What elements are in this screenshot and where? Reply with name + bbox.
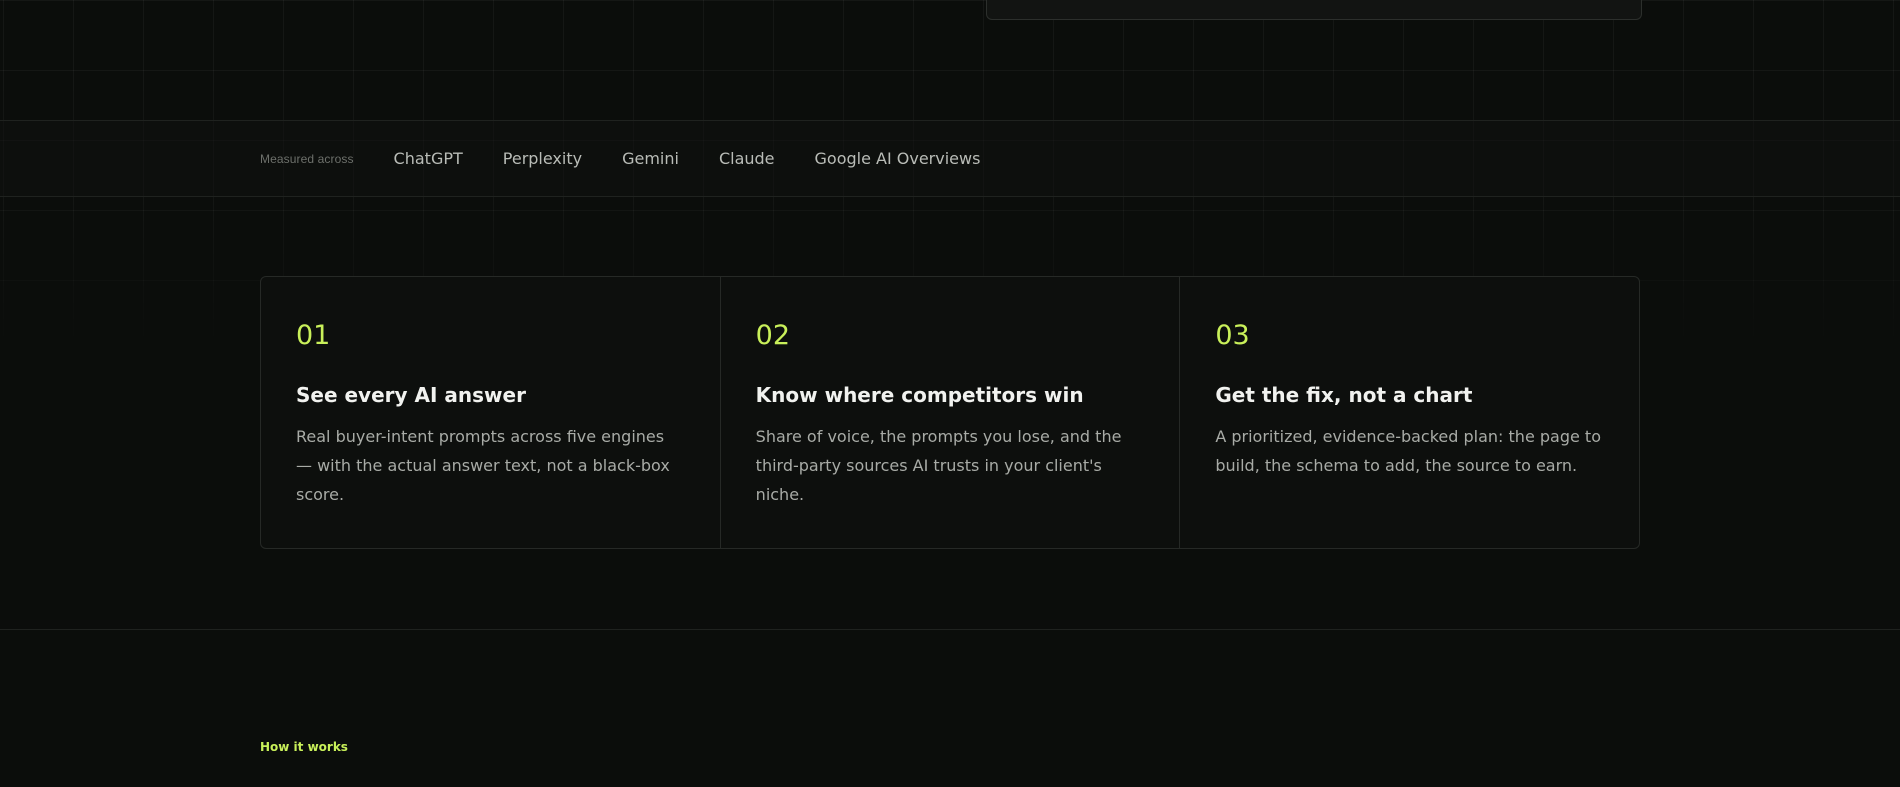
feature-number: 03 xyxy=(1215,320,1250,351)
hero-preview-frame xyxy=(986,0,1642,20)
feature-description: Real buyer-intent prompts across five en… xyxy=(296,427,670,504)
features-grid: 01 See every AI answer Real buyer-intent… xyxy=(260,276,1640,549)
feature-title: See every AI answer xyxy=(296,383,526,407)
engine-chatgpt: ChatGPT xyxy=(393,149,463,168)
engine-gemini: Gemini xyxy=(622,149,679,168)
feature-card: 03 Get the fix, not a chart A prioritize… xyxy=(1180,277,1639,548)
feature-title: Know where competitors win xyxy=(755,383,1084,407)
engines-row: Measured across ChatGPT Perplexity Gemin… xyxy=(260,121,1020,196)
feature-title: Get the fix, not a chart xyxy=(1215,383,1473,407)
feature-number: 02 xyxy=(755,320,791,351)
feature-number: 01 xyxy=(296,320,331,351)
feature-card: 01 See every AI answer Real buyer-intent… xyxy=(261,277,721,548)
engine-perplexity: Perplexity xyxy=(502,149,583,168)
feature-description: A prioritized, evidence-backed plan: the… xyxy=(1215,427,1601,475)
feature-description: Share of voice, the prompts you lose, an… xyxy=(755,427,1122,504)
section-divider xyxy=(0,629,1900,630)
feature-card: 02 Know where competitors win Share of v… xyxy=(721,277,1181,548)
page: Measured across ChatGPT Perplexity Gemin… xyxy=(0,0,1900,787)
engine-claude: Claude xyxy=(718,149,775,168)
how-it-works-eyebrow: How it works xyxy=(260,740,348,754)
engine-google-ai-overviews: Google AI Overviews xyxy=(814,149,981,168)
measured-across-label: Measured across xyxy=(260,151,354,166)
engines-strip: Measured across ChatGPT Perplexity Gemin… xyxy=(0,120,1900,197)
